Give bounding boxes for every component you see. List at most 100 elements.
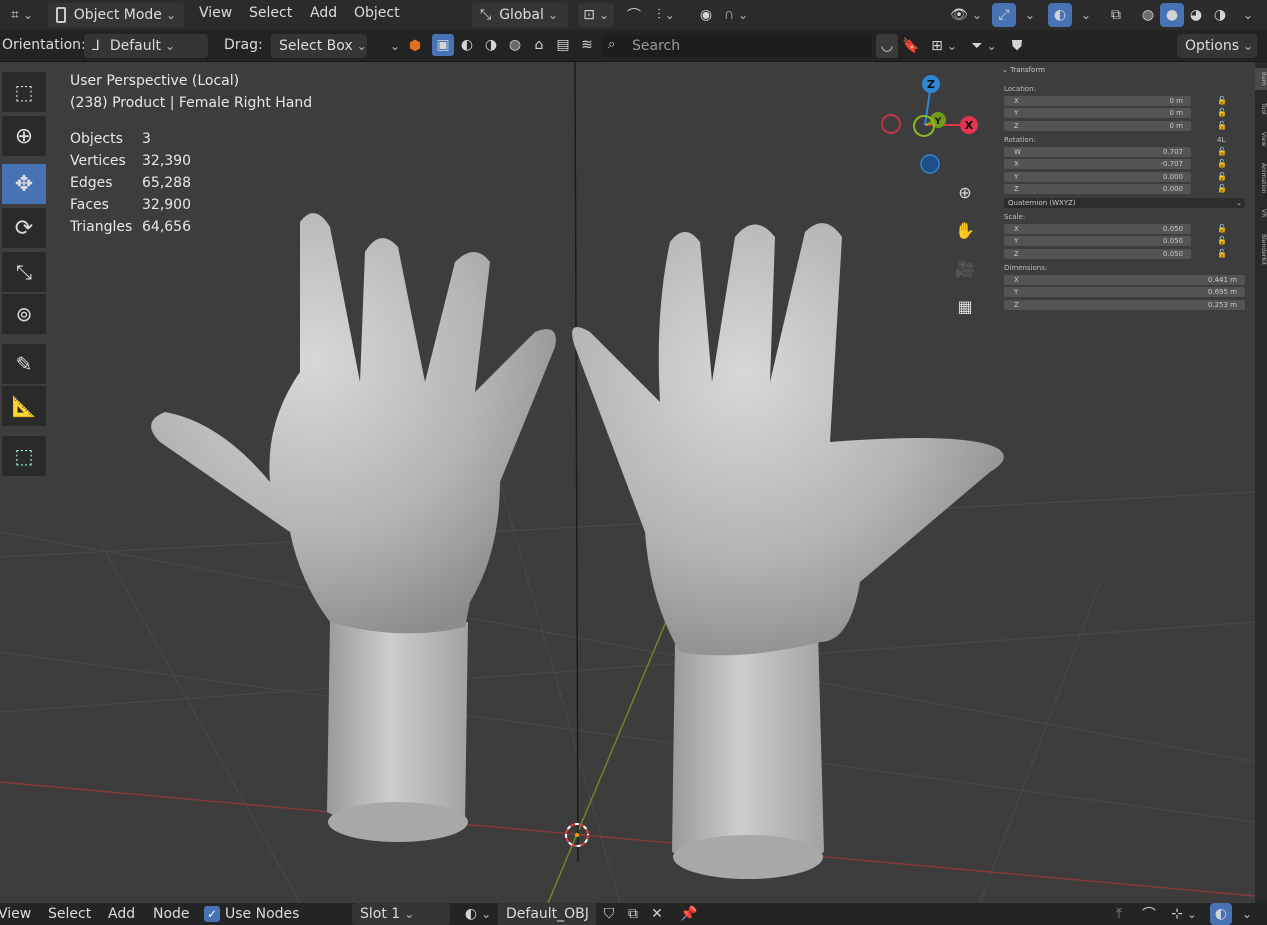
close-icon[interactable]: ✕ bbox=[646, 903, 668, 925]
duplicate-icon[interactable]: ⧉ bbox=[622, 903, 644, 925]
location-x-field[interactable]: X 0 m bbox=[1004, 96, 1191, 106]
snap-icon[interactable]: ⌒ bbox=[622, 3, 646, 27]
rotation-y-field[interactable]: Y 0.000 bbox=[1004, 172, 1191, 182]
snap-target-icon[interactable]: ⫶ bbox=[646, 3, 686, 27]
bookmark-icon[interactable]: 🔖 bbox=[900, 34, 922, 58]
annotate-tool[interactable]: ✎ bbox=[2, 344, 46, 384]
lock-icon[interactable]: 🔓 bbox=[1217, 172, 1227, 181]
lock-icon[interactable]: 🔓 bbox=[1217, 147, 1227, 156]
pivot-point-icon[interactable]: ⊡ bbox=[578, 3, 614, 27]
transform-header[interactable]: ⌄ Transform bbox=[1002, 66, 1045, 74]
menu-add[interactable]: Add bbox=[108, 906, 135, 922]
overlays-toggle-icon[interactable]: ◐ bbox=[1210, 903, 1232, 925]
tab-view[interactable]: View bbox=[1255, 128, 1267, 150]
material-ball-icon[interactable]: ◑ bbox=[480, 34, 502, 56]
color-cube-icon[interactable]: ⬢ bbox=[404, 34, 426, 58]
search-input[interactable]: ⌕ Search bbox=[602, 35, 872, 57]
lock-icon[interactable]: 🔓 bbox=[1217, 121, 1227, 130]
options-dropdown[interactable]: Options bbox=[1177, 34, 1257, 58]
add-cube-tool[interactable]: ⬚ bbox=[2, 436, 46, 476]
visibility-icon[interactable]: 👁 bbox=[946, 3, 986, 27]
measure-tool[interactable]: 📐 bbox=[2, 386, 46, 426]
orientation-dropdown[interactable]: ⅃ Default bbox=[84, 34, 208, 58]
overlays-menu-icon[interactable] bbox=[1072, 3, 1096, 27]
shape-icon[interactable]: ◡ bbox=[876, 34, 898, 58]
filter-icon[interactable]: ⏷ bbox=[966, 34, 1002, 58]
node-icon[interactable]: ⌂ bbox=[528, 34, 550, 56]
snap-target-icon[interactable]: ⊹ bbox=[1164, 903, 1204, 925]
pan-hand-icon[interactable]: ✋ bbox=[950, 215, 980, 245]
rotation-tag[interactable]: 4L bbox=[1217, 136, 1225, 144]
menu-select[interactable]: Select bbox=[249, 5, 292, 21]
pin-icon[interactable]: 📌 bbox=[678, 903, 700, 925]
shading-ball-icon[interactable]: ◐ bbox=[456, 34, 478, 56]
location-z-field[interactable]: Z 0 m bbox=[1004, 121, 1191, 131]
menu-select[interactable]: Select bbox=[48, 906, 91, 922]
dimensions-z-field[interactable]: Z 0.253 m bbox=[1004, 300, 1245, 310]
scale-x-field[interactable]: X 0.050 bbox=[1004, 224, 1191, 234]
scale-tool[interactable]: ⤡ bbox=[2, 252, 46, 292]
gizmo-menu-icon[interactable] bbox=[1016, 3, 1040, 27]
tab-tool[interactable]: Tool bbox=[1255, 98, 1267, 120]
lock-icon[interactable]: 🔓 bbox=[1217, 184, 1227, 193]
tab-vr[interactable]: VR bbox=[1255, 206, 1267, 220]
overlays-toggle-icon[interactable]: ◐ bbox=[1048, 3, 1072, 27]
lock-icon[interactable]: 🔓 bbox=[1217, 249, 1227, 258]
menu-add[interactable]: Add bbox=[310, 5, 337, 21]
drag-dropdown[interactable]: Select Box bbox=[271, 34, 367, 58]
tab-item[interactable]: Item bbox=[1255, 68, 1267, 90]
material-browse-icon[interactable]: ◐ bbox=[460, 903, 496, 925]
select-box-tool[interactable]: ⬚ bbox=[2, 72, 46, 112]
proportional-edit-icon[interactable]: ◉ bbox=[694, 3, 718, 27]
menu-object[interactable]: Object bbox=[354, 5, 400, 21]
transform-tool[interactable]: ⊚ bbox=[2, 294, 46, 334]
zoom-icon[interactable]: ⊕ bbox=[950, 177, 980, 207]
dimensions-y-field[interactable]: Y 0.695 m bbox=[1004, 287, 1245, 297]
xray-icon[interactable]: ⧉ bbox=[1104, 3, 1128, 27]
rotate-tool[interactable]: ⟳ bbox=[2, 208, 46, 248]
use-nodes-checkbox[interactable]: ✓ bbox=[204, 906, 220, 922]
location-y-field[interactable]: Y 0 m bbox=[1004, 108, 1191, 118]
world-icon[interactable]: ◍ bbox=[504, 34, 526, 56]
fake-user-shield-icon[interactable]: ⛉ bbox=[598, 903, 620, 925]
slot-dropdown[interactable]: Slot 1 bbox=[352, 903, 450, 925]
rotation-z-field[interactable]: Z 0.000 bbox=[1004, 184, 1191, 194]
tab-animation[interactable]: Animation bbox=[1255, 158, 1267, 198]
brush-icon[interactable]: ≋ bbox=[576, 34, 598, 56]
rotation-x-field[interactable]: X -0.707 bbox=[1004, 159, 1191, 169]
transform-orientation-dropdown[interactable]: ⤡ Global bbox=[472, 3, 568, 27]
lock-icon[interactable]: 🔓 bbox=[1217, 96, 1227, 105]
material-shading-icon[interactable]: ◕ bbox=[1184, 3, 1208, 27]
cursor-tool[interactable]: ⊕ bbox=[2, 116, 46, 156]
camera-icon[interactable]: 🎥 bbox=[950, 253, 980, 283]
editor-type-icon[interactable]: ⌗ bbox=[4, 3, 40, 27]
parent-node-icon[interactable]: ⤒ bbox=[1108, 903, 1130, 925]
texture-icon[interactable]: ▤ bbox=[552, 34, 574, 56]
wireframe-shading-icon[interactable]: ◍ bbox=[1136, 3, 1160, 27]
scale-y-field[interactable]: Y 0.050 bbox=[1004, 236, 1191, 246]
collapse-icon[interactable] bbox=[384, 34, 402, 58]
material-name-field[interactable]: Default_OBJ bbox=[498, 903, 596, 925]
rendered-shading-icon[interactable]: ◑ bbox=[1208, 3, 1232, 27]
menu-node[interactable]: Node bbox=[153, 906, 190, 922]
dimensions-x-field[interactable]: X 0.441 m bbox=[1004, 275, 1245, 285]
solid-shading-icon[interactable]: ● bbox=[1160, 3, 1184, 27]
gizmo-toggle-icon[interactable]: ⤢ bbox=[992, 3, 1016, 27]
grid-perspective-icon[interactable]: ▦ bbox=[950, 291, 980, 321]
layout-icon[interactable]: ⊞ bbox=[926, 34, 962, 58]
mode-dropdown[interactable]: Object Mode bbox=[48, 3, 184, 27]
lock-icon[interactable]: 🔓 bbox=[1217, 108, 1227, 117]
menu-view[interactable]: View bbox=[0, 906, 31, 922]
shield-icon[interactable]: ⛊ bbox=[1006, 34, 1028, 58]
lock-icon[interactable]: 🔓 bbox=[1217, 236, 1227, 245]
rotation-w-field[interactable]: W 0.707 bbox=[1004, 147, 1191, 157]
menu-view[interactable]: View bbox=[199, 5, 232, 21]
scale-z-field[interactable]: Z 0.050 bbox=[1004, 249, 1191, 259]
rotation-mode-dropdown[interactable]: Quaternion (WXYZ) ⌄ bbox=[1004, 198, 1245, 208]
move-tool[interactable]: ✥ bbox=[2, 164, 46, 204]
tab-blenderkit[interactable]: BlenderKit bbox=[1255, 230, 1267, 270]
falloff-icon[interactable]: ∩ bbox=[718, 3, 754, 27]
shading-menu-icon[interactable] bbox=[1234, 3, 1258, 27]
snap-icon[interactable]: ⌒ bbox=[1138, 903, 1160, 925]
select-box-mode-icon[interactable]: ▣ bbox=[432, 34, 454, 56]
